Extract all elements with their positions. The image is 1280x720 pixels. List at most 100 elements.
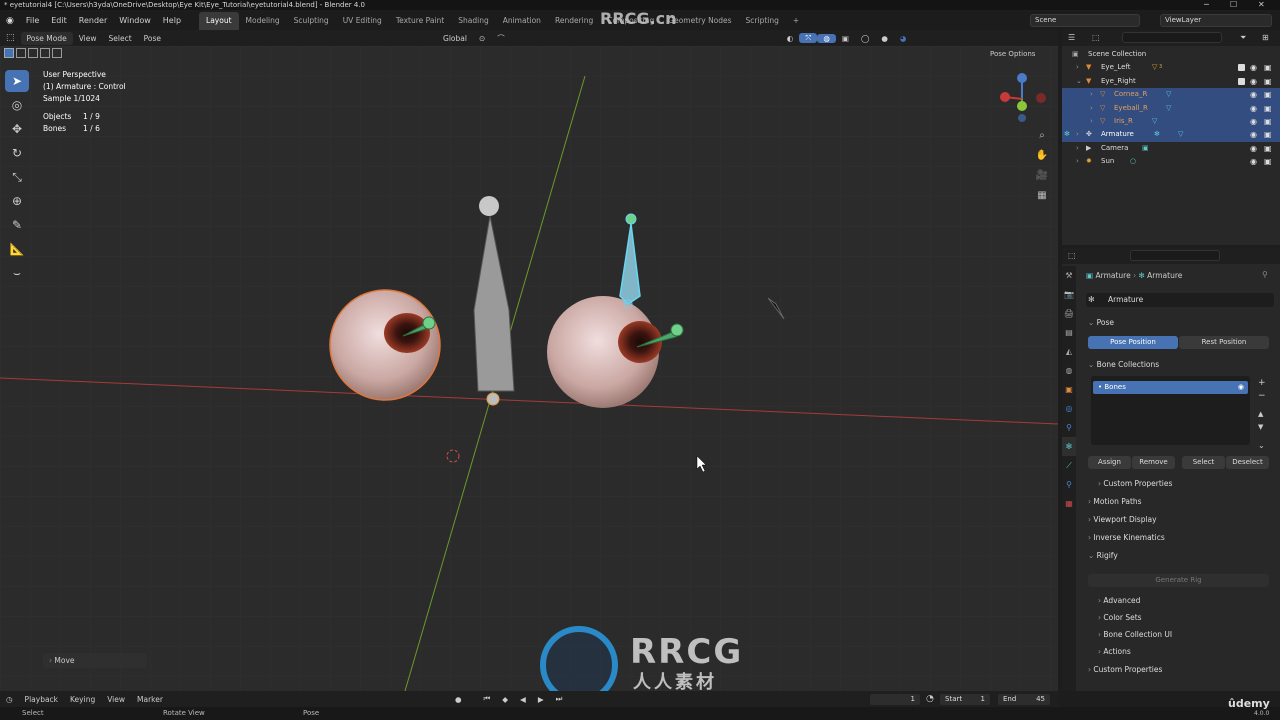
tool-tab-icon[interactable]: ⚒	[1062, 266, 1076, 285]
eye-icon[interactable]: ◉	[1250, 115, 1257, 128]
measure-tool-icon[interactable]: 📐	[5, 238, 29, 260]
outliner-row-eye-right[interactable]: ⌄ ▼ Eye_Right ◉ ▣	[1062, 75, 1280, 88]
chevron-right-icon[interactable]: ›	[1076, 61, 1079, 74]
maximize-icon[interactable]: ☐	[1230, 0, 1237, 10]
assign-button[interactable]: Assign	[1088, 456, 1131, 469]
outliner-row-camera[interactable]: › ▶ Camera ▣ ◉ ▣	[1062, 142, 1280, 155]
snap-icon[interactable]: ⌒	[491, 33, 511, 44]
move-up-icon[interactable]: ▲	[1258, 410, 1263, 418]
scale-tool-icon[interactable]: ⤡	[5, 166, 29, 188]
transform-tool-icon[interactable]: ⊕	[5, 190, 29, 212]
rotate-tool-icon[interactable]: ↻	[5, 142, 29, 164]
prev-key-icon[interactable]: ◆	[496, 695, 514, 704]
eye-icon[interactable]: ◉	[1250, 142, 1257, 155]
menu-help[interactable]: Help	[157, 12, 187, 30]
custom-properties-header[interactable]: › Custom Properties	[1088, 665, 1162, 674]
jump-end-icon[interactable]: ⏭	[550, 694, 569, 704]
new-collection-icon[interactable]: ⊞	[1262, 33, 1269, 42]
menu-timeline-view[interactable]: View	[101, 695, 131, 704]
outliner-row-armature[interactable]: ✻ › ✤ Armature ✻ ▽ ◉ ▣	[1062, 128, 1280, 142]
advanced-header[interactable]: › Advanced	[1098, 596, 1140, 605]
outliner-row-eye-left[interactable]: › ▼ Eye_Left ▽ 3 ◉ ▣	[1062, 61, 1280, 74]
tab-shading[interactable]: Shading	[451, 12, 495, 30]
enable-checkbox[interactable]	[1238, 64, 1245, 72]
clock-icon[interactable]: ◔	[926, 694, 934, 704]
shading-solid-icon[interactable]: ●	[875, 34, 894, 43]
move-tool-icon[interactable]: ✥	[5, 118, 29, 140]
inverse-kinematics-header[interactable]: › Inverse Kinematics	[1088, 533, 1165, 542]
generate-rig-button[interactable]: Generate Rig	[1088, 574, 1269, 587]
pose-position-button[interactable]: Pose Position	[1088, 336, 1178, 349]
render-tab-icon[interactable]: 📷	[1062, 285, 1076, 304]
custom-properties-inner-header[interactable]: › Custom Properties	[1098, 479, 1172, 488]
tab-scripting[interactable]: Scripting	[739, 12, 786, 30]
chevron-right-icon[interactable]: ›	[1090, 88, 1093, 101]
menu-window[interactable]: Window	[113, 12, 157, 30]
menu-playback[interactable]: Playback	[19, 695, 64, 704]
remove-button[interactable]: Remove	[1132, 456, 1175, 469]
pivot-icon[interactable]: ⊙	[473, 34, 491, 43]
camera-icon[interactable]: ▣	[1264, 61, 1272, 74]
color-sets-header[interactable]: › Color Sets	[1098, 613, 1142, 622]
shading-rendered-icon[interactable]: ◕	[894, 34, 913, 43]
menu-marker[interactable]: Marker	[131, 695, 169, 704]
select-new-icon[interactable]	[4, 48, 14, 58]
shading-wire-icon[interactable]: ◯	[855, 34, 875, 43]
camera-icon[interactable]: ▣	[1264, 155, 1272, 168]
deselect-button[interactable]: Deselect	[1226, 456, 1269, 469]
move-down-icon[interactable]: ▼	[1258, 423, 1263, 431]
select-invert-icon[interactable]	[40, 48, 50, 58]
menu-edit[interactable]: Edit	[45, 12, 73, 30]
camera-icon[interactable]: ▣	[1264, 88, 1272, 101]
add-workspace-icon[interactable]: +	[786, 12, 806, 30]
menu-file[interactable]: File	[20, 12, 45, 30]
chevron-right-icon[interactable]: ›	[1090, 115, 1093, 128]
camera-view-icon[interactable]: 🎥	[1034, 167, 1050, 183]
timeline-editor-icon[interactable]: ◷	[0, 695, 19, 704]
chevron-right-icon[interactable]: ›	[1090, 102, 1093, 115]
transform-orientation[interactable]: Global	[437, 34, 473, 43]
outliner-row-iris-r[interactable]: › ▽ Iris_R ▽ ◉ ▣	[1062, 114, 1280, 129]
eye-icon[interactable]: ◉	[1250, 102, 1257, 115]
outliner-row-scene-collection[interactable]: ▣ Scene Collection	[1062, 48, 1280, 61]
chevron-right-icon[interactable]: ›	[1076, 155, 1079, 168]
outliner-row-cornea-r[interactable]: › ▽ Cornea_R ▽ ◉ ▣	[1062, 88, 1280, 102]
eye-icon[interactable]: ◉	[1238, 381, 1244, 394]
camera-icon[interactable]: ▣	[1264, 115, 1272, 128]
select-extend-icon[interactable]	[16, 48, 26, 58]
outliner-editor-icon[interactable]: ☰	[1068, 33, 1075, 42]
ortho-grid-icon[interactable]: ▦	[1034, 187, 1050, 203]
menu-render[interactable]: Render	[73, 12, 113, 30]
tab-uv-editing[interactable]: UV Editing	[336, 12, 389, 30]
add-collection-icon[interactable]: +	[1258, 378, 1266, 388]
rigify-header[interactable]: ⌄ Rigify	[1088, 551, 1118, 560]
annotate-tool-icon[interactable]: ✎	[5, 214, 29, 236]
select-button[interactable]: Select	[1182, 456, 1225, 469]
current-frame-field[interactable]: 1	[870, 693, 920, 705]
motion-paths-header[interactable]: › Motion Paths	[1088, 497, 1142, 506]
remove-collection-icon[interactable]: −	[1258, 391, 1266, 401]
camera-icon[interactable]: ▣	[1264, 75, 1272, 88]
chevron-right-icon[interactable]: ›	[1076, 128, 1079, 141]
editor-type-icon[interactable]: ⬚	[0, 33, 21, 43]
xray-icon[interactable]: ▣	[836, 34, 855, 43]
camera-icon[interactable]: ▣	[1264, 142, 1272, 155]
visibility-icon[interactable]: ◐	[781, 34, 800, 43]
bone-collection-item[interactable]: • Bones ◉	[1093, 381, 1248, 394]
overlay-toggle-icon[interactable]: ◍	[817, 33, 836, 43]
pose-mode-icon[interactable]: ✻	[1064, 128, 1070, 141]
bone-collection-ui-header[interactable]: › Bone Collection UI	[1098, 630, 1172, 639]
bone-collections-header[interactable]: ⌄ Bone Collections	[1088, 360, 1159, 369]
minimize-icon[interactable]: ─	[1204, 0, 1209, 10]
world-tab-icon[interactable]: ◍	[1062, 361, 1076, 380]
select-subtract-icon[interactable]	[28, 48, 38, 58]
end-frame-field[interactable]: End 45	[998, 693, 1050, 705]
scene-selector[interactable]: Scene	[1030, 14, 1140, 27]
camera-icon[interactable]: ▣	[1264, 128, 1272, 141]
camera-icon[interactable]: ▣	[1264, 102, 1272, 115]
tab-texture-paint[interactable]: Texture Paint	[389, 12, 451, 30]
bone-constraints-tab-icon[interactable]: ⚲	[1062, 475, 1076, 494]
pan-hand-icon[interactable]: ✋	[1034, 147, 1050, 163]
outliner-search-input[interactable]	[1122, 32, 1222, 43]
tab-sculpting[interactable]: Sculpting	[287, 12, 336, 30]
